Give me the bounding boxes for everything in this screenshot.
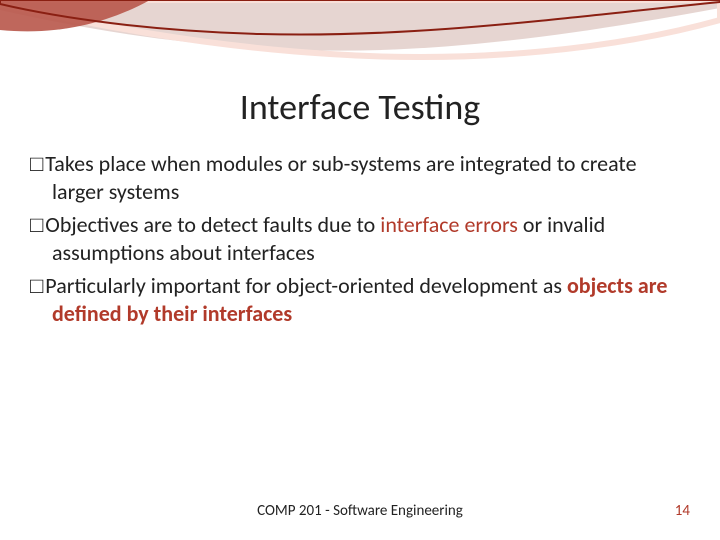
bullet-item: Particularly important for object-orient… bbox=[30, 272, 690, 327]
bullet-text: Particularly important for object-orient… bbox=[45, 272, 567, 299]
page-number: 14 bbox=[675, 502, 690, 520]
bullet-text: Objectives are to detect faults due to bbox=[45, 211, 380, 238]
footer-center-text: COMP 201 - Software Engineering bbox=[0, 502, 720, 520]
bullet-item: Takes place when modules or sub-systems … bbox=[30, 150, 690, 205]
slide-footer: COMP 201 - Software Engineering 14 bbox=[0, 502, 720, 522]
bullet-text: Takes place when modules or sub-systems … bbox=[45, 150, 636, 205]
slide-body: Takes place when modules or sub-systems … bbox=[30, 150, 690, 333]
slide-title: Interface Testing bbox=[0, 85, 720, 129]
bullet-item: Objectives are to detect faults due to i… bbox=[30, 211, 690, 266]
slide-container: Interface Testing Takes place when modul… bbox=[0, 0, 720, 540]
bullet-accent-text: interface errors bbox=[380, 211, 518, 238]
decorative-swoosh bbox=[0, 0, 720, 80]
